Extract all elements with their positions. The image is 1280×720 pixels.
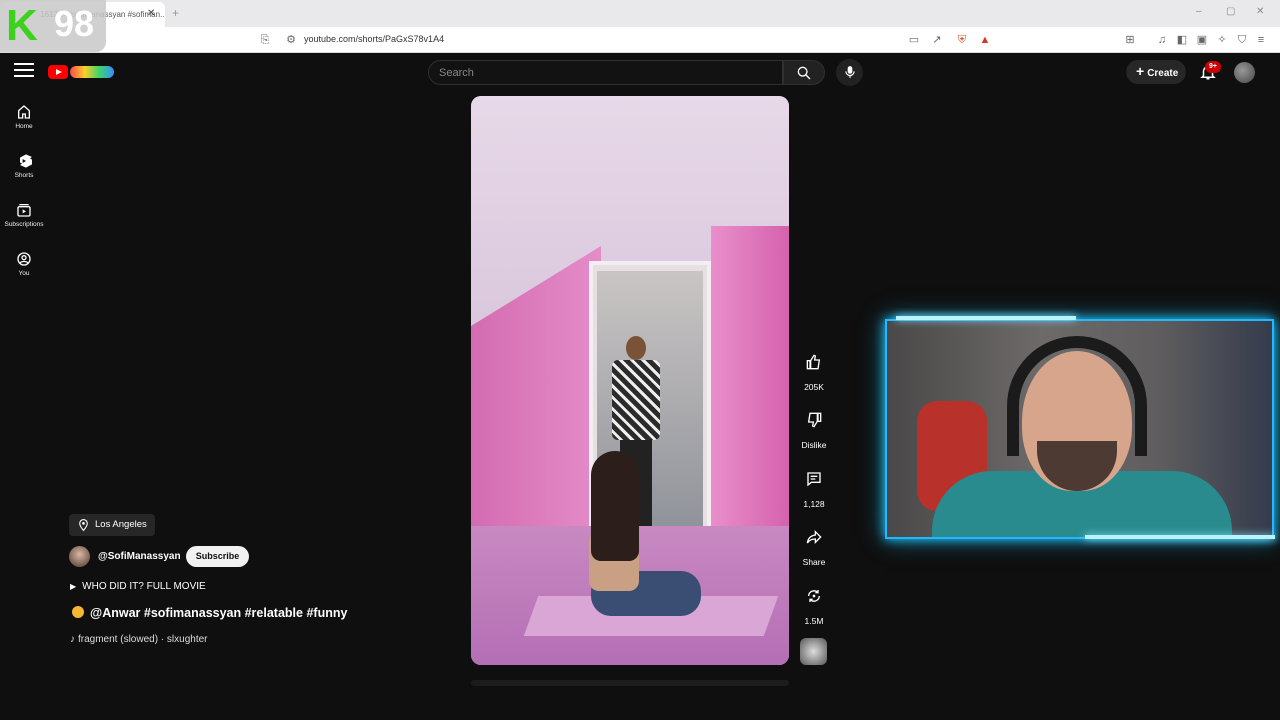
- doodle-logo: [70, 66, 114, 78]
- youtube-play-icon: [48, 65, 68, 79]
- browser-tab-bar: 1612) · #sofimanassyan #sofiman... ✕ + –…: [0, 0, 1280, 27]
- thumbs-up-icon: [806, 354, 821, 370]
- sidebar-item-label: Home: [15, 123, 33, 130]
- sidebar-item-subscriptions[interactable]: Subscriptions: [0, 202, 48, 228]
- vpn-icon[interactable]: ⛉: [1235, 33, 1249, 47]
- address-bar: ⎘ ⚙ youtube.com/shorts/PaGxS78v1A4 ▭ ↗ ⛨…: [0, 27, 1280, 53]
- subscribe-button[interactable]: Subscribe: [186, 546, 249, 567]
- account-avatar[interactable]: [1234, 62, 1255, 83]
- sound-thumbnail[interactable]: [800, 638, 827, 665]
- create-button[interactable]: + Create: [1126, 60, 1186, 84]
- search-icon: [797, 66, 811, 80]
- share-icon: [806, 530, 822, 544]
- youtube-header: Search + Create: [0, 53, 1280, 91]
- short-title-text: @Anwar #sofimanassyan #relatable #funny: [90, 606, 348, 620]
- remix-icon: [808, 590, 820, 602]
- location-chip[interactable]: Los Angeles: [69, 514, 155, 536]
- dislike-label: Dislike: [801, 440, 827, 450]
- comments-button[interactable]: 1,128: [797, 464, 831, 509]
- notification-badge: 9+: [1205, 61, 1221, 73]
- maximize-icon[interactable]: ▢: [1226, 6, 1235, 17]
- minimize-icon[interactable]: –: [1196, 6, 1202, 17]
- close-window-icon[interactable]: ✕: [1256, 6, 1264, 17]
- comment-icon: [807, 472, 821, 487]
- rewards-icon[interactable]: ▲: [978, 33, 992, 47]
- next-short-edge: [471, 680, 789, 686]
- sidebar-item-label: Subscriptions: [4, 221, 44, 228]
- short-video-player[interactable]: [471, 96, 789, 665]
- extensions-icon[interactable]: ⊞: [1123, 33, 1137, 47]
- sidebar-item-label: Shorts: [14, 172, 34, 179]
- thumbs-down-icon: [807, 412, 822, 428]
- share-label: Share: [802, 557, 826, 567]
- emoji-icon: [72, 606, 84, 618]
- site-info-icon[interactable]: ⚙: [284, 33, 298, 47]
- you-icon: [17, 252, 31, 266]
- sidebar-item-you[interactable]: You: [0, 251, 48, 277]
- screen: 1612) · #sofimanassyan #sofiman... ✕ + –…: [0, 0, 1280, 720]
- remix-count: 1.5M: [804, 616, 824, 626]
- hamburger-menu-icon[interactable]: [14, 63, 34, 81]
- channel-avatar[interactable]: [69, 546, 90, 567]
- ai-icon[interactable]: ✧: [1215, 33, 1229, 47]
- webcam-glow-top: [896, 316, 1076, 320]
- music-label: fragment (slowed) · slxughter: [78, 634, 208, 645]
- new-tab-icon[interactable]: +: [172, 6, 179, 20]
- home-icon: [18, 105, 30, 119]
- wallet-icon[interactable]: ▣: [1195, 33, 1209, 47]
- related-video-label: WHO DID IT? FULL MOVIE: [82, 581, 206, 592]
- search-button[interactable]: [783, 60, 825, 85]
- subscriptions-icon: [17, 204, 31, 217]
- search-placeholder: Search: [439, 67, 474, 79]
- voice-search-button[interactable]: [836, 59, 863, 86]
- sidebar-item-home[interactable]: Home: [0, 104, 48, 130]
- logo-letter: K: [6, 1, 38, 50]
- bookmark-icon[interactable]: ⎘: [258, 33, 272, 47]
- location-pin-icon: [79, 519, 88, 532]
- streamer-logo: K 98: [0, 0, 106, 52]
- play-triangle-icon: ▶: [70, 582, 77, 591]
- tab-close-icon[interactable]: ✕: [147, 8, 155, 19]
- sidebar-toggle-icon[interactable]: ◧: [1175, 33, 1189, 47]
- brave-shield-icon[interactable]: ⛨: [955, 33, 969, 47]
- remix-button[interactable]: 1.5M: [797, 581, 831, 626]
- dislike-button[interactable]: Dislike: [797, 405, 831, 450]
- like-button[interactable]: 205K: [797, 347, 831, 392]
- media-icon[interactable]: ♫: [1155, 33, 1169, 47]
- shorts-icon: [20, 154, 32, 168]
- sidebar-item-shorts[interactable]: Shorts: [0, 153, 48, 179]
- sidebar-item-label: You: [18, 270, 30, 277]
- related-video-link[interactable]: ▶ WHO DID IT? FULL MOVIE: [70, 581, 206, 592]
- video-girl: [561, 451, 711, 661]
- music-note-icon: ♪: [70, 634, 75, 645]
- logo-number: 98: [54, 3, 95, 44]
- youtube-logo[interactable]: [48, 65, 114, 79]
- share-button[interactable]: Share: [797, 522, 831, 567]
- location-label: Los Angeles: [95, 519, 147, 530]
- plus-icon: +: [1136, 63, 1145, 79]
- share-page-icon[interactable]: ↗: [930, 33, 944, 47]
- short-title: @Anwar #sofimanassyan #relatable #funny: [72, 606, 347, 620]
- url-field[interactable]: youtube.com/shorts/PaGxS78v1A4: [304, 34, 444, 44]
- browser-menu-icon[interactable]: ≡: [1254, 33, 1268, 47]
- search-input[interactable]: Search: [428, 60, 783, 85]
- webcam-overlay: [885, 319, 1274, 539]
- cast-icon[interactable]: ▭: [907, 33, 921, 47]
- like-count: 205K: [804, 382, 824, 392]
- music-link[interactable]: ♪ fragment (slowed) · slxughter: [70, 634, 208, 645]
- comment-count: 1,128: [803, 499, 825, 509]
- webcam-glow-bottom: [1085, 535, 1275, 539]
- mic-icon: [845, 66, 855, 78]
- channel-name[interactable]: @SofiManassyan: [98, 551, 181, 562]
- create-label: Create: [1147, 68, 1179, 79]
